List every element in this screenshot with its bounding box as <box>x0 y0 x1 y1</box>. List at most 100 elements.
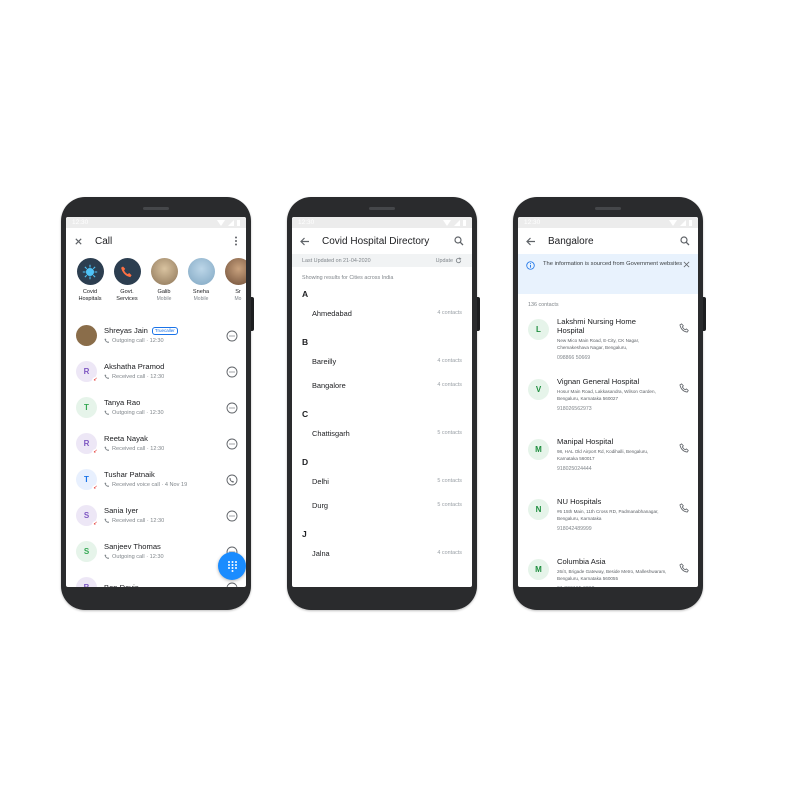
search-icon[interactable] <box>680 236 690 246</box>
call-details: Outgoing call · 12:30 <box>104 554 226 560</box>
hospital-row[interactable]: V Vignan General Hospital Hosur Main Road,… <box>518 373 698 433</box>
call-details: Received call · 12:30 <box>104 518 226 524</box>
call-log-row[interactable]: S ↙ Sania Iyer Received call · 12:30 <box>66 497 246 533</box>
quick-contacts-row: Covid Hospitals Govt. Services Galib Mob… <box>66 254 246 314</box>
quick-contact-partial[interactable]: Sr Mo <box>223 258 246 314</box>
call-details: Received call · 12:30 <box>104 446 226 452</box>
city-name: Chattisgarh <box>312 428 350 438</box>
message-icon[interactable] <box>226 581 238 587</box>
city-row[interactable]: Ahmedabad 4 contacts <box>292 301 472 325</box>
call-log-row[interactable]: R ↙ Akshatha Pramod Received call · 12:30 <box>66 353 246 389</box>
message-icon[interactable] <box>226 329 238 342</box>
more-vert-icon[interactable] <box>234 236 238 246</box>
avatar: T ↙ <box>76 468 99 492</box>
quick-contact-covid-hospitals[interactable]: Covid Hospitals <box>75 258 105 314</box>
app-bar: Bangalore <box>518 228 698 254</box>
update-button[interactable]: Update <box>436 257 462 264</box>
city-name: Bangalore <box>312 380 346 390</box>
call-sub-text: Received voice call · 4 Nov 19 <box>112 482 188 488</box>
call-log-row[interactable]: T ↙ Tushar Patnaik Received voice call · 4 … <box>66 461 246 497</box>
dialpad-button[interactable] <box>218 552 246 580</box>
missed-call-icon: ↙ <box>92 376 99 384</box>
call-log-row[interactable]: T Tanya Rao Outgoing call · 12:30 <box>66 389 246 425</box>
city-row[interactable]: Bangalore 4 contacts <box>292 373 472 397</box>
call-info: Tushar Patnaik Received voice call · 4 No… <box>104 470 226 488</box>
dismiss-icon[interactable] <box>683 261 690 268</box>
call-sub-text: Outgoing call · 12:30 <box>112 410 164 416</box>
search-icon[interactable] <box>454 236 464 246</box>
city-name: Bareilly <box>312 356 337 366</box>
app-bar: Covid Hospital Directory <box>292 228 472 254</box>
verified-badge: Truecaller <box>151 326 178 335</box>
call-icon[interactable] <box>679 381 690 393</box>
avatar <box>150 258 178 285</box>
city-row[interactable]: Chattisgarh 5 contacts <box>292 421 472 445</box>
call-log-row[interactable]: Shreyas Jain Truecaller Outgoing call · 12… <box>66 317 246 353</box>
last-updated-bar: Last Updated on 21-04-2020 Update <box>292 254 472 267</box>
call-details: Outgoing call · 12:30 <box>104 410 226 416</box>
hospital-row[interactable]: M Manipal Hospital 98, HAL Old Airport Rd,… <box>518 433 698 493</box>
call-icon[interactable] <box>679 561 690 573</box>
city-contact-count: 5 contacts <box>437 502 462 508</box>
message-icon[interactable] <box>226 509 238 522</box>
call-icon[interactable] <box>679 321 690 333</box>
hospital-name: NU Hospitals <box>557 497 602 506</box>
city-row[interactable]: Jalna 4 contacts <box>292 541 472 565</box>
hospital-row[interactable]: M Columbia Asia 26/4, Brigade Gateway, Bes… <box>518 553 698 587</box>
hospital-phone: 91 806165 6262 <box>557 586 679 587</box>
hospital-info: Manipal Hospital 98, HAL Old Airport Rd, … <box>557 437 679 493</box>
battery-icon <box>237 219 240 226</box>
call-icon[interactable] <box>679 441 690 453</box>
power-button <box>251 297 254 331</box>
whatsapp-icon[interactable] <box>226 473 238 486</box>
call-type-icon <box>104 554 110 560</box>
city-contact-count: 4 contacts <box>437 382 462 388</box>
signal-icon <box>228 219 234 226</box>
hospital-info: Vignan General Hospital Hosur Main Road, … <box>557 377 679 433</box>
call-sub-text: Outgoing call · 12:30 <box>112 338 164 344</box>
call-icon[interactable] <box>679 501 690 513</box>
call-type-icon <box>104 338 110 344</box>
hospital-row[interactable]: L Lakshmi Nursing Home Hospital New Mico M… <box>518 313 698 373</box>
call-type-icon <box>104 374 110 380</box>
avatar: M <box>528 559 549 580</box>
call-sub-text: Outgoing call · 12:30 <box>112 554 164 560</box>
avatar: S ↙ <box>76 504 99 528</box>
city-row[interactable]: Bareilly 4 contacts <box>292 349 472 373</box>
missed-call-icon: ↙ <box>92 448 99 456</box>
phone-hospital-directory: 12:30 Covid Hospital Directory Last Upda… <box>287 197 480 610</box>
call-log-list: Shreyas Jain Truecaller Outgoing call · 12… <box>66 314 246 587</box>
section-letter: D <box>302 457 309 467</box>
hospital-name: Columbia Asia <box>557 557 606 566</box>
back-arrow-icon[interactable] <box>526 237 536 246</box>
wifi-icon <box>217 219 225 226</box>
quick-contact-galib[interactable]: Galib Mobile <box>149 258 179 314</box>
app-bar: Call <box>66 228 246 254</box>
city-row[interactable]: Delhi 5 contacts <box>292 469 472 493</box>
close-icon[interactable] <box>74 237 83 246</box>
battery-icon <box>689 219 692 226</box>
info-banner: The information is sourced from Governme… <box>518 254 698 294</box>
hospital-address: New Mico Main Road, E-City, CK Nagar, Ch… <box>557 338 640 350</box>
back-arrow-icon[interactable] <box>300 237 310 246</box>
speaker-grille <box>595 207 621 210</box>
city-row[interactable]: Durg 5 contacts <box>292 493 472 517</box>
quick-contact-govt-services[interactable]: Govt. Services <box>112 258 142 314</box>
message-icon[interactable] <box>226 437 238 450</box>
call-log-row[interactable]: R ↙ Reeta Nayak Received call · 12:30 <box>66 425 246 461</box>
avatar: T <box>76 396 97 418</box>
contact-name: Shreyas Jain <box>104 326 148 335</box>
message-icon[interactable] <box>226 365 238 378</box>
message-icon[interactable] <box>226 401 238 414</box>
city-contact-count: 5 contacts <box>437 430 462 436</box>
hospital-address: #6 15th Main, 11th Cross RD, Padmanabhan… <box>557 509 659 521</box>
speaker-grille <box>369 207 395 210</box>
avatar: R ↙ <box>76 432 99 456</box>
quick-contact-sneha[interactable]: Sneha Mobile <box>186 258 216 314</box>
phone-bangalore: 12:30 Bangalore The information is sourc… <box>513 197 706 610</box>
status-time: 12:30 <box>298 219 315 226</box>
quick-contact-sub: Mobile <box>156 296 172 302</box>
avatar: B <box>76 576 97 587</box>
hospital-row[interactable]: N NU Hospitals #6 15th Main, 11th Cross RD… <box>518 493 698 553</box>
